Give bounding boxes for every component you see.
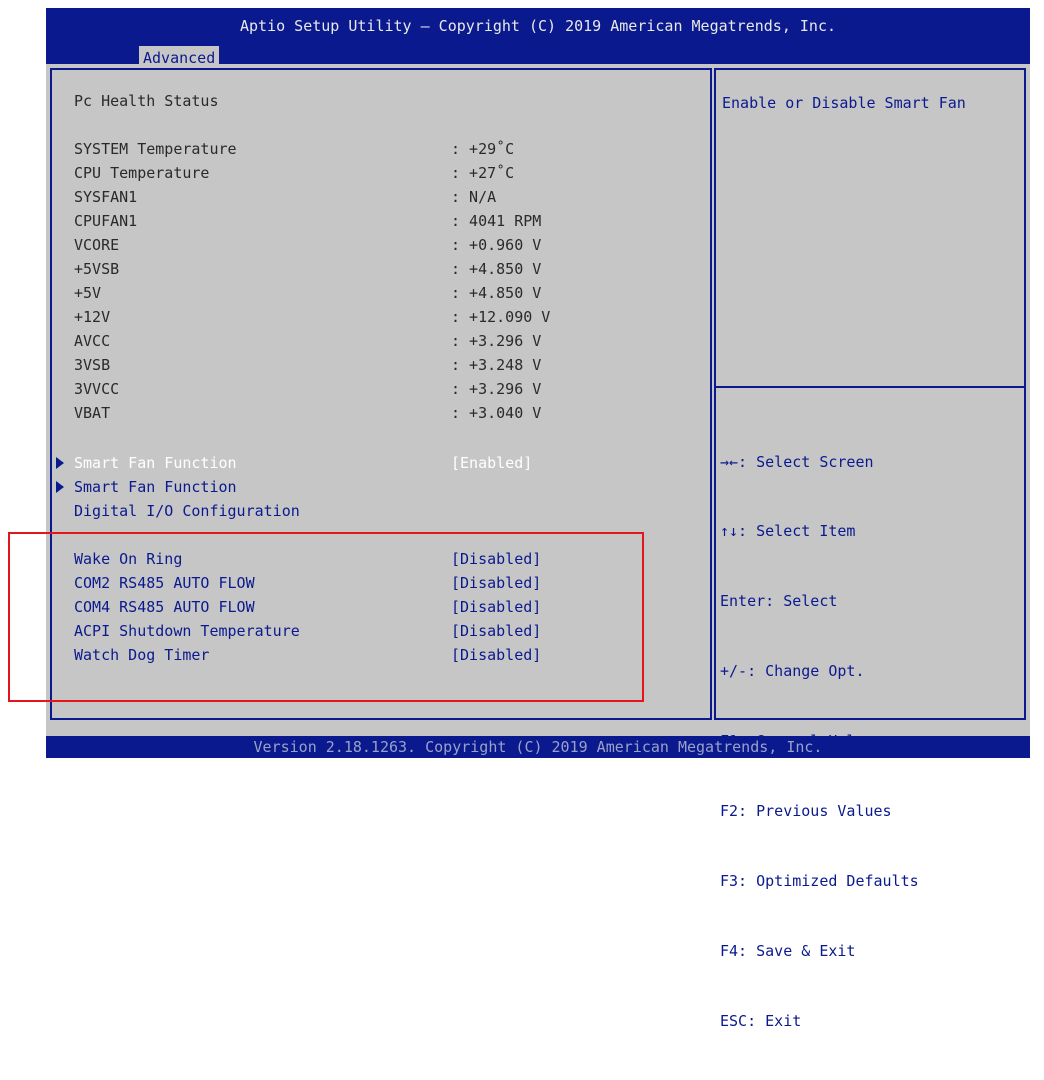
reading-label: 3VSB bbox=[74, 356, 111, 374]
reading-value: : +29˚C bbox=[451, 140, 515, 158]
submenu-arrow-icon bbox=[56, 481, 64, 493]
key-hint: +/-: Change Opt. bbox=[720, 662, 865, 681]
reading-value: : +12.090 V bbox=[451, 308, 551, 326]
key-hint: F2: Previous Values bbox=[720, 802, 892, 821]
option-value[interactable]: [Enabled] bbox=[451, 454, 532, 472]
key-hint: F3: Optimized Defaults bbox=[720, 871, 919, 890]
help-description: Enable or Disable Smart Fan bbox=[722, 94, 966, 112]
key-hint: Enter: Select bbox=[720, 592, 838, 611]
footer-bar: Version 2.18.1263. Copyright (C) 2019 Am… bbox=[46, 736, 1030, 758]
reading-value: : 4041 RPM bbox=[451, 212, 542, 230]
submenu-arrow-icon bbox=[56, 457, 64, 469]
reading-label: +5V bbox=[74, 284, 102, 302]
reading-value: : +0.960 V bbox=[451, 236, 542, 254]
reading-label: VBAT bbox=[74, 404, 111, 422]
reading-label: CPUFAN1 bbox=[74, 212, 138, 230]
reading-value: : +3.296 V bbox=[451, 380, 542, 398]
reading-value: : +3.040 V bbox=[451, 404, 542, 422]
help-divider bbox=[716, 386, 1024, 388]
reading-label: 3VVCC bbox=[74, 380, 120, 398]
title-bar: Aptio Setup Utility – Copyright (C) 2019… bbox=[46, 8, 1030, 70]
reading-label: +5VSB bbox=[74, 260, 120, 278]
reading-value: : +3.296 V bbox=[451, 332, 542, 350]
app-title: Aptio Setup Utility – Copyright (C) 2019… bbox=[239, 17, 837, 35]
reading-value: : +4.850 V bbox=[451, 284, 542, 302]
reading-label: VCORE bbox=[74, 236, 120, 254]
key-hint: ↑↓: Select Item bbox=[720, 522, 856, 541]
reading-label: +12V bbox=[74, 308, 111, 326]
reading-label: AVCC bbox=[74, 332, 111, 350]
reading-label: SYSTEM Temperature bbox=[74, 140, 237, 158]
highlight-box bbox=[8, 532, 644, 702]
reading-label: CPU Temperature bbox=[74, 164, 210, 182]
section-title: Pc Health Status bbox=[74, 92, 219, 110]
key-hint: ESC: Exit bbox=[720, 1011, 802, 1030]
help-panel: Enable or Disable Smart Fan →←: Select S… bbox=[714, 68, 1026, 1030]
key-hint: →←: Select Screen bbox=[720, 452, 874, 471]
option-label: Smart Fan Function bbox=[74, 454, 237, 472]
reading-value: : N/A bbox=[451, 188, 497, 206]
submenu-digital-io-configuration[interactable]: Digital I/O Configuration bbox=[74, 502, 300, 520]
reading-value: : +3.248 V bbox=[451, 356, 542, 374]
reading-value: : +27˚C bbox=[451, 164, 515, 182]
submenu-smart-fan-function[interactable]: Smart Fan Function bbox=[74, 478, 237, 496]
key-hint: F4: Save & Exit bbox=[720, 941, 856, 960]
reading-value: : +4.850 V bbox=[451, 260, 542, 278]
reading-label: SYSFAN1 bbox=[74, 188, 138, 206]
